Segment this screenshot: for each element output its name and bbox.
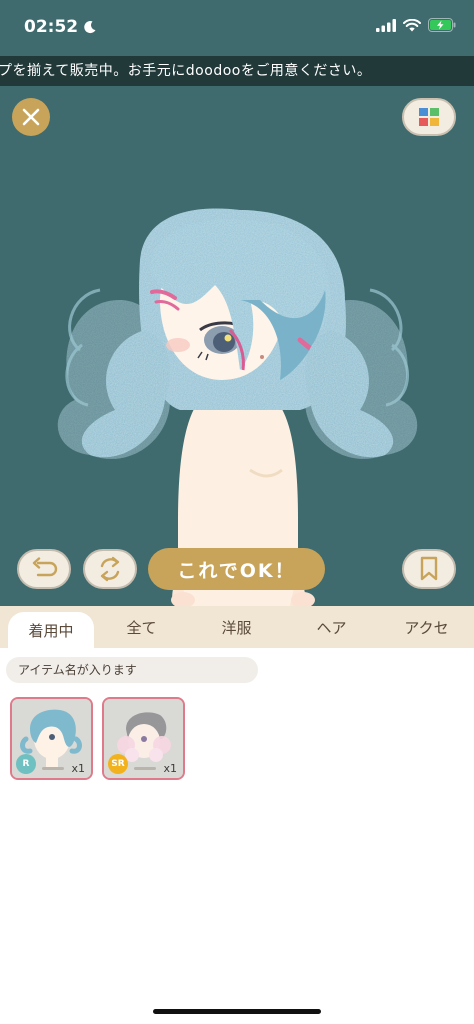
tab-all[interactable]: 全て (94, 606, 189, 648)
undo-icon (32, 557, 58, 577)
item-card[interactable]: R x1 (10, 697, 93, 780)
rarity-badge: R (16, 754, 36, 774)
tab-wearing[interactable]: 着用中 (8, 612, 94, 648)
tab-accessories[interactable]: アクセ (379, 606, 474, 648)
item-quantity: x1 (163, 762, 177, 775)
randomize-button[interactable] (83, 549, 137, 589)
refresh-icon (100, 556, 120, 582)
category-tabs: 着用中 全て 洋服 ヘア アクセ (0, 606, 474, 648)
item-quantity: x1 (71, 762, 85, 775)
home-indicator (153, 1009, 321, 1014)
avatar-stage: 02:52 プを揃えて販売中。お手元にdoodooをご用意ください。 これでOK… (0, 0, 474, 606)
rarity-badge: SR (108, 754, 128, 774)
item-card[interactable]: SR x1 (102, 697, 185, 780)
confirm-outfit-button[interactable]: これでOK！ (148, 548, 325, 590)
avatar-figure (57, 208, 418, 606)
save-outfit-button[interactable] (402, 549, 456, 589)
undo-button[interactable] (17, 549, 71, 589)
tab-hair[interactable]: ヘア (284, 606, 379, 648)
tab-clothes[interactable]: 洋服 (189, 606, 284, 648)
bookmark-icon (420, 556, 438, 581)
item-search-field[interactable]: アイテム名が入ります (6, 657, 258, 683)
